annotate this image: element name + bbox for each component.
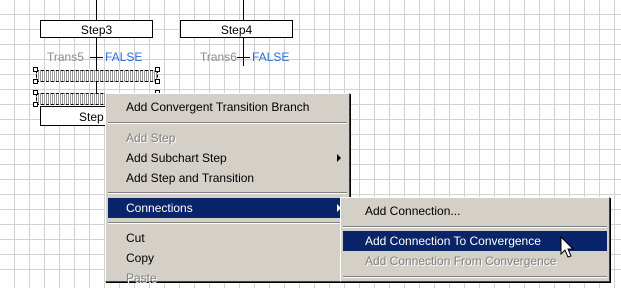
- selection-handle[interactable]: [33, 79, 38, 84]
- connector-line: [96, 0, 97, 20]
- menu-item-add-step[interactable]: Add Step: [108, 128, 347, 148]
- menu-item-paste[interactable]: Paste: [108, 268, 347, 288]
- submenu-arrow-icon: [337, 154, 341, 162]
- transition-condition: FALSE: [252, 50, 290, 64]
- menu-item-add-subchart-step[interactable]: Add Subchart Step: [108, 148, 347, 168]
- menu-item-label: Cut: [126, 231, 145, 245]
- transition-bar[interactable]: [237, 57, 250, 58]
- menu-item-label: Add Connection To Convergence: [365, 234, 541, 248]
- menu-item-copy[interactable]: Copy: [108, 248, 347, 268]
- menu-item-cut[interactable]: Cut: [108, 228, 347, 248]
- step-block-step4[interactable]: Step4: [180, 20, 293, 38]
- connector-line: [243, 38, 244, 66]
- selection-handle[interactable]: [33, 67, 38, 72]
- menu-item-label: Add Subchart Step: [126, 151, 227, 165]
- transition-name: Trans5: [47, 50, 84, 64]
- selection-handle[interactable]: [33, 90, 38, 95]
- menu-separator: [343, 276, 607, 278]
- selection-handle[interactable]: [155, 67, 160, 72]
- menu-separator: [108, 222, 347, 224]
- connector-line: [96, 38, 97, 100]
- transition-condition: FALSE: [105, 50, 143, 64]
- menu-item-label: Paste: [126, 271, 157, 285]
- step-label: Step: [79, 110, 104, 124]
- menu-item-label: Add Step: [126, 131, 176, 145]
- menu-item-label: Copy: [126, 251, 155, 265]
- transition-name: Trans6: [200, 50, 237, 64]
- menu-item-label: Add Connection From Convergence: [365, 254, 557, 268]
- selection-handle[interactable]: [155, 79, 160, 84]
- menu-separator: [108, 192, 347, 194]
- selection-handle[interactable]: [33, 102, 38, 107]
- mouse-pointer-icon: [560, 236, 575, 258]
- menu-item-label: Add Step and Transition: [126, 171, 255, 185]
- connector-line: [243, 0, 244, 20]
- menu-item-label: Add Connection...: [365, 204, 461, 218]
- menu-item-label: Connections: [126, 201, 193, 215]
- transition-bar[interactable]: [90, 57, 103, 58]
- context-menu: Add Convergent Transition Branch Add Ste…: [105, 93, 350, 285]
- menu-item-connections[interactable]: Connections: [108, 198, 347, 218]
- menu-item-label: Add Convergent Transition Branch: [126, 100, 310, 114]
- menu-item-add-step-and-transition[interactable]: Add Step and Transition: [108, 168, 347, 188]
- step-block-step3[interactable]: Step3: [40, 20, 153, 38]
- menu-item-add-convergent-transition-branch[interactable]: Add Convergent Transition Branch: [108, 97, 347, 117]
- menu-separator: [108, 122, 347, 124]
- selected-convergence-bar[interactable]: [36, 70, 158, 82]
- menu-separator: [343, 226, 607, 228]
- menu-item-add-connection[interactable]: Add Connection...: [343, 201, 607, 221]
